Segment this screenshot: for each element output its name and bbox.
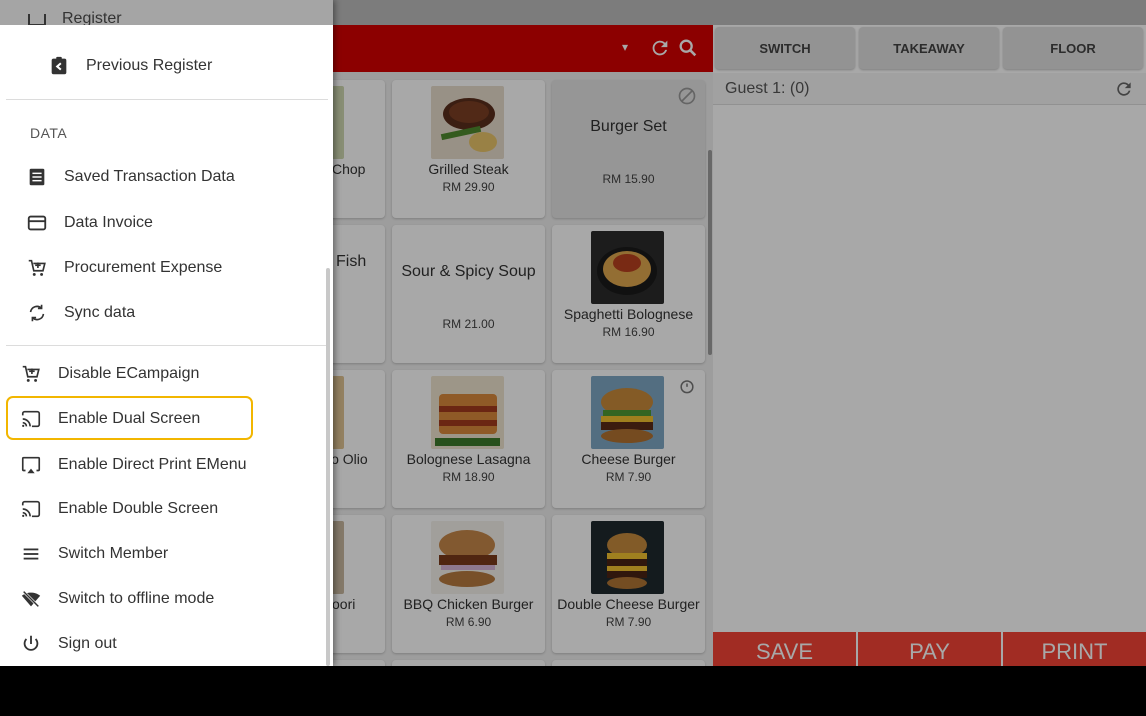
drawer-item-sync-data[interactable]: Sync data	[0, 293, 333, 333]
drawer-divider	[6, 99, 328, 100]
list-icon	[29, 168, 45, 186]
drawer-item-previous-register[interactable]: Previous Register	[0, 46, 333, 86]
drawer-item-label: Sync data	[64, 304, 136, 321]
menu-lines-icon	[23, 548, 39, 560]
drawer-item-label: Enable Direct Print EMenu	[58, 456, 247, 473]
drawer-item-enable-direct-print-emenu[interactable]: Enable Direct Print EMenu	[0, 445, 333, 485]
drawer-item-label: Procurement Expense	[64, 259, 223, 276]
drawer-item-switch-offline-mode[interactable]: Switch to offline mode	[0, 579, 333, 619]
drawer-item-label: Switch Member	[58, 545, 169, 562]
pos-screen: ▾ Chop Grilled Steak RM 29.90 Burger Set…	[0, 0, 1146, 666]
previous-register-icon	[51, 56, 67, 75]
sync-icon	[29, 304, 45, 322]
drawer-item-register[interactable]: Register	[62, 10, 122, 25]
navigation-bar	[0, 666, 1146, 716]
drawer-item-procurement-expense[interactable]: Procurement Expense	[0, 248, 333, 288]
drawer-divider	[6, 345, 328, 346]
drawer-item-saved-transaction-data[interactable]: Saved Transaction Data	[0, 157, 333, 197]
drawer-item-label: Disable ECampaign	[58, 365, 200, 382]
airplay-icon	[21, 456, 41, 474]
cart-icon	[22, 365, 40, 382]
drawer-item-label: Previous Register	[86, 57, 213, 74]
cast-icon	[21, 500, 41, 518]
power-icon	[23, 635, 39, 651]
drawer-item-sign-out[interactable]: Sign out	[0, 624, 333, 664]
drawer-item-disable-ecampaign[interactable]: Disable ECampaign	[0, 354, 333, 394]
drawer-item-data-invoice[interactable]: Data Invoice	[0, 203, 333, 243]
drawer-item-label: Sign out	[58, 635, 117, 652]
drawer-status-bar: Register	[0, 0, 333, 25]
drawer-item-label: Switch to offline mode	[58, 590, 215, 607]
drawer-item-label: Data Invoice	[64, 214, 153, 231]
drawer-item-switch-member[interactable]: Switch Member	[0, 534, 333, 574]
card-icon	[27, 215, 47, 231]
drawer-item-enable-double-screen[interactable]: Enable Double Screen	[0, 489, 333, 529]
data-section-title: DATA	[30, 125, 68, 141]
register-icon	[28, 14, 46, 25]
drawer-item-label: Saved Transaction Data	[64, 168, 235, 185]
wifi-off-icon	[21, 590, 41, 608]
highlight-box	[6, 396, 253, 440]
navigation-drawer: Register Previous Register DATA Saved Tr…	[0, 0, 333, 666]
drawer-item-label: Enable Double Screen	[58, 500, 219, 517]
drawer-scrollbar[interactable]	[326, 268, 330, 666]
cart-icon	[28, 259, 46, 276]
